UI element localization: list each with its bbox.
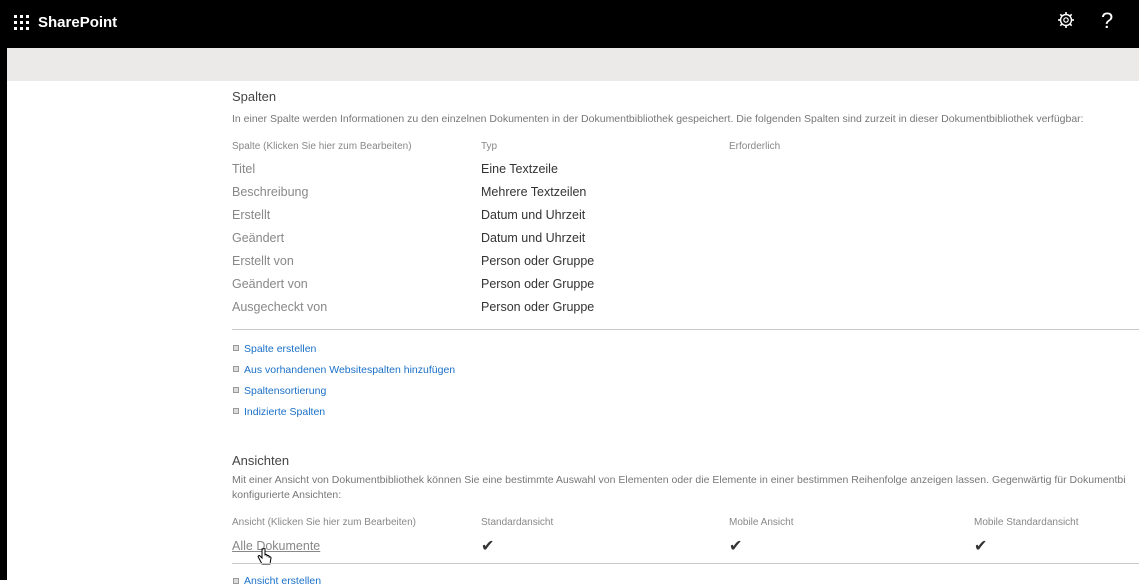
- column-type: Person oder Gruppe: [481, 300, 595, 314]
- column-name-ausgecheckt-von[interactable]: Ausgecheckt von: [232, 300, 327, 314]
- column-name-erstellt-von[interactable]: Erstellt von: [232, 254, 294, 268]
- column-type: Person oder Gruppe: [481, 277, 595, 291]
- check-icon: ✔: [729, 538, 743, 555]
- bullet-icon: [233, 387, 239, 393]
- column-type: Mehrere Textzeilen: [481, 185, 587, 199]
- columns-divider: [232, 329, 1139, 330]
- hand-cursor-icon: [257, 547, 273, 573]
- column-name-erstellt[interactable]: Erstellt: [232, 208, 270, 222]
- columns-section-title: Spalten: [232, 89, 277, 104]
- column-type: Datum und Uhrzeit: [481, 231, 586, 245]
- add-site-columns-link[interactable]: Aus vorhandenen Websitespalten hinzufüge…: [244, 364, 455, 376]
- command-bar: [7, 48, 1139, 81]
- views-section-description: Mit einer Ansicht von Dokumentbibliothek…: [232, 474, 1126, 486]
- check-icon: ✔: [974, 538, 988, 555]
- brand-title[interactable]: SharePoint: [38, 14, 117, 31]
- views-divider: [232, 563, 1139, 564]
- help-icon[interactable]: ?: [1101, 9, 1113, 33]
- suite-bar: SharePoint ?: [7, 0, 1139, 48]
- columns-section-description: In einer Spalte werden Informationen zu …: [232, 113, 1084, 125]
- column-ordering-link[interactable]: Spaltensortierung: [244, 385, 326, 397]
- bullet-icon: [233, 578, 239, 584]
- column-type: Eine Textzeile: [481, 162, 558, 176]
- create-view-link[interactable]: Ansicht erstellen: [244, 575, 321, 587]
- column-header-type: Typ: [481, 141, 498, 152]
- view-header-mobile: Mobile Ansicht: [729, 517, 794, 528]
- view-header-mobile-default: Mobile Standardansicht: [974, 517, 1079, 528]
- view-header-name: Ansicht (Klicken Sie hier zum Bearbeiten…: [232, 517, 416, 528]
- column-header-name: Spalte (Klicken Sie hier zum Bearbeiten): [232, 141, 412, 152]
- app-launcher-icon[interactable]: [14, 15, 29, 30]
- indexed-columns-link[interactable]: Indizierte Spalten: [244, 406, 325, 418]
- column-header-required: Erforderlich: [729, 141, 781, 152]
- views-section-title: Ansichten: [232, 453, 290, 468]
- view-name-alle-dokumente[interactable]: Alle Dokumente: [232, 539, 320, 553]
- column-name-beschreibung[interactable]: Beschreibung: [232, 185, 308, 199]
- create-column-link[interactable]: Spalte erstellen: [244, 343, 316, 355]
- column-type: Person oder Gruppe: [481, 254, 595, 268]
- window-frame: [0, 0, 7, 580]
- views-section-description-cont: konfigurierte Ansichten:: [232, 489, 342, 501]
- bullet-icon: [233, 408, 239, 414]
- column-name-titel[interactable]: Titel: [232, 162, 255, 176]
- check-icon: ✔: [481, 538, 495, 555]
- column-name-geaendert-von[interactable]: Geändert von: [232, 277, 308, 291]
- gear-icon[interactable]: [1057, 11, 1075, 35]
- bullet-icon: [233, 366, 239, 372]
- column-type: Datum und Uhrzeit: [481, 208, 586, 222]
- column-name-geaendert[interactable]: Geändert: [232, 231, 284, 245]
- view-header-default: Standardansicht: [481, 517, 554, 528]
- bullet-icon: [233, 345, 239, 351]
